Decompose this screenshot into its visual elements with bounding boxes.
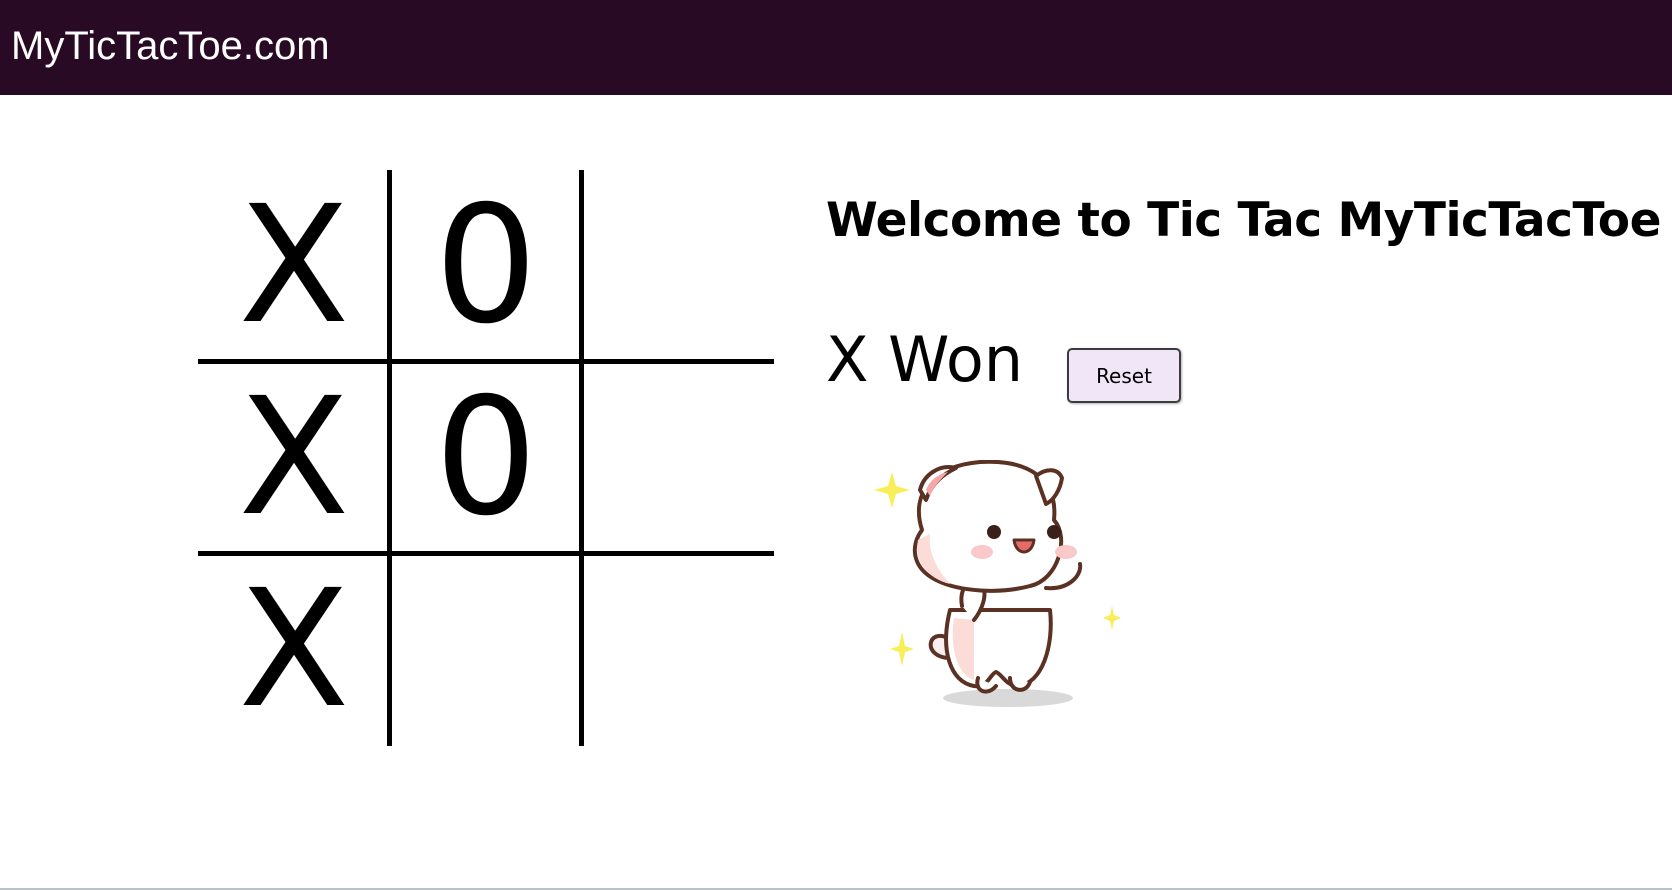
board-cell-8[interactable] (390, 554, 582, 746)
board-cell-3[interactable] (582, 170, 774, 362)
welcome-heading: Welcome to Tic Tac MyTicTacToe (826, 193, 1661, 248)
reset-button[interactable]: Reset (1067, 348, 1181, 403)
game-status: X Won (826, 323, 1024, 396)
board-cell-1[interactable]: X (198, 170, 390, 362)
happy-cat-sticker-icon (870, 459, 1130, 720)
board-cell-7[interactable]: X (198, 554, 390, 746)
board-cell-9[interactable] (582, 554, 774, 746)
board-cell-2[interactable]: 0 (390, 170, 582, 362)
tic-tac-toe-board: X 0 X 0 X (198, 170, 774, 746)
site-title: MyTicTacToe.com (11, 24, 330, 68)
board-cell-4[interactable]: X (198, 362, 390, 554)
board-cell-6[interactable] (582, 362, 774, 554)
top-app-bar: MyTicTacToe.com (0, 0, 1672, 95)
board-cell-5[interactable]: 0 (390, 362, 582, 554)
